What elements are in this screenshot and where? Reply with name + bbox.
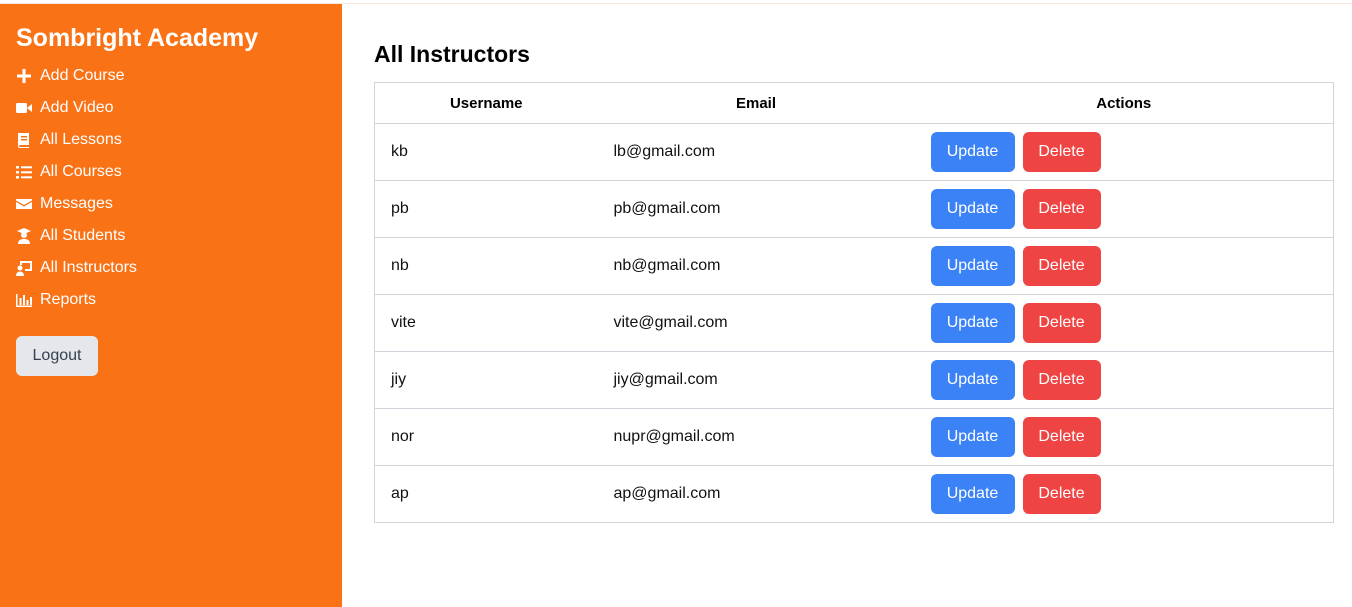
update-button[interactable]: Update — [930, 303, 1015, 343]
actions-cell: Update Delete — [914, 123, 1334, 181]
table-row: nor nupr@gmail.com Update Delete — [374, 408, 1334, 466]
username-cell: jiy — [374, 351, 598, 409]
update-button[interactable]: Update — [930, 417, 1015, 457]
chart-icon — [16, 291, 40, 309]
username-cell: nb — [374, 237, 598, 295]
delete-button[interactable]: Delete — [1022, 360, 1101, 400]
username-cell: nor — [374, 408, 598, 466]
email-cell: lb@gmail.com — [597, 123, 915, 181]
table-row: pb pb@gmail.com Update Delete — [374, 180, 1334, 238]
sidebar-item-label: All Instructors — [40, 259, 137, 276]
sidebar-item-label: Messages — [40, 195, 113, 212]
update-button[interactable]: Update — [930, 189, 1015, 229]
actions-cell: Update Delete — [914, 408, 1334, 466]
student-icon — [16, 227, 40, 245]
sidebar-item-reports[interactable]: Reports — [16, 284, 326, 316]
sidebar-item-label: All Students — [40, 227, 126, 244]
delete-button[interactable]: Delete — [1022, 303, 1101, 343]
video-icon — [16, 99, 40, 117]
sidebar: Sombright Academy Add Course Add Video A… — [0, 4, 342, 607]
actions-cell: Update Delete — [914, 351, 1334, 409]
sidebar-item-all-instructors[interactable]: All Instructors — [16, 252, 326, 284]
main-content: All Instructors Username Email Actions k… — [374, 4, 1334, 523]
logout-button[interactable]: Logout — [16, 336, 98, 376]
email-cell: pb@gmail.com — [597, 180, 915, 238]
instructor-icon — [16, 259, 40, 277]
column-header-email: Email — [597, 82, 915, 124]
sidebar-item-label: All Courses — [40, 163, 122, 180]
actions-cell: Update Delete — [915, 466, 1334, 523]
sidebar-item-label: Add Video — [40, 99, 114, 116]
table-header-row: Username Email Actions — [374, 82, 1334, 124]
email-cell: ap@gmail.com — [613, 485, 721, 502]
delete-button[interactable]: Delete — [1022, 132, 1101, 172]
column-header-username: Username — [374, 82, 598, 124]
list-icon — [16, 163, 40, 181]
table-row: kb lb@gmail.com Update Delete — [374, 123, 1334, 181]
username-cell: pb — [374, 180, 598, 238]
book-icon — [16, 131, 40, 149]
username-cell: vite — [374, 294, 598, 352]
page-title: All Instructors — [374, 41, 530, 67]
envelope-icon — [16, 195, 40, 213]
update-button[interactable]: Update — [930, 132, 1015, 172]
email-cell: jiy@gmail.com — [597, 351, 915, 409]
table-row: nb nb@gmail.com Update Delete — [374, 237, 1334, 295]
delete-button[interactable]: Delete — [1022, 246, 1101, 286]
column-header-actions: Actions — [914, 82, 1334, 124]
table-body: kb lb@gmail.com Update Delete pb pb@gmail.com… — [374, 123, 1334, 523]
sidebar-item-label: All Lessons — [40, 131, 122, 148]
delete-button[interactable]: Delete — [1022, 417, 1101, 457]
sidebar-item-add-course[interactable]: Add Course — [16, 60, 326, 92]
sidebar-item-all-courses[interactable]: All Courses — [16, 156, 326, 188]
update-button[interactable]: Update — [930, 246, 1015, 286]
sidebar-item-all-lessons[interactable]: All Lessons — [16, 124, 326, 156]
email-cell: nb@gmail.com — [597, 237, 915, 295]
sidebar-item-label: Add Course — [40, 67, 125, 84]
delete-button[interactable]: Delete — [1022, 474, 1101, 514]
sidebar-item-all-students[interactable]: All Students — [16, 220, 326, 252]
actions-cell: Update Delete — [914, 294, 1334, 352]
sidebar-item-messages[interactable]: Messages — [16, 188, 326, 220]
username-cell: ap — [391, 485, 409, 502]
plus-icon — [16, 67, 40, 85]
actions-cell: Update Delete — [914, 180, 1334, 238]
delete-button[interactable]: Delete — [1022, 189, 1101, 229]
update-button[interactable]: Update — [930, 360, 1015, 400]
table-row: ap ap@gmail.com Update Delete — [375, 466, 1334, 523]
table-row: vite vite@gmail.com Update Delete — [374, 294, 1334, 352]
sidebar-item-add-video[interactable]: Add Video — [16, 92, 326, 124]
username-cell: kb — [374, 123, 598, 181]
brand-title: Sombright Academy — [16, 24, 259, 52]
table-row: jiy jiy@gmail.com Update Delete — [374, 351, 1334, 409]
actions-cell: Update Delete — [914, 237, 1334, 295]
instructors-table: Username Email Actions kb lb@gmail.com Upd… — [374, 82, 1334, 523]
email-cell: nupr@gmail.com — [597, 408, 915, 466]
sidebar-nav: Add Course Add Video All Lessons All Cou… — [16, 60, 326, 316]
email-cell: vite@gmail.com — [597, 294, 915, 352]
sidebar-item-label: Reports — [40, 291, 97, 308]
update-button[interactable]: Update — [930, 474, 1015, 514]
